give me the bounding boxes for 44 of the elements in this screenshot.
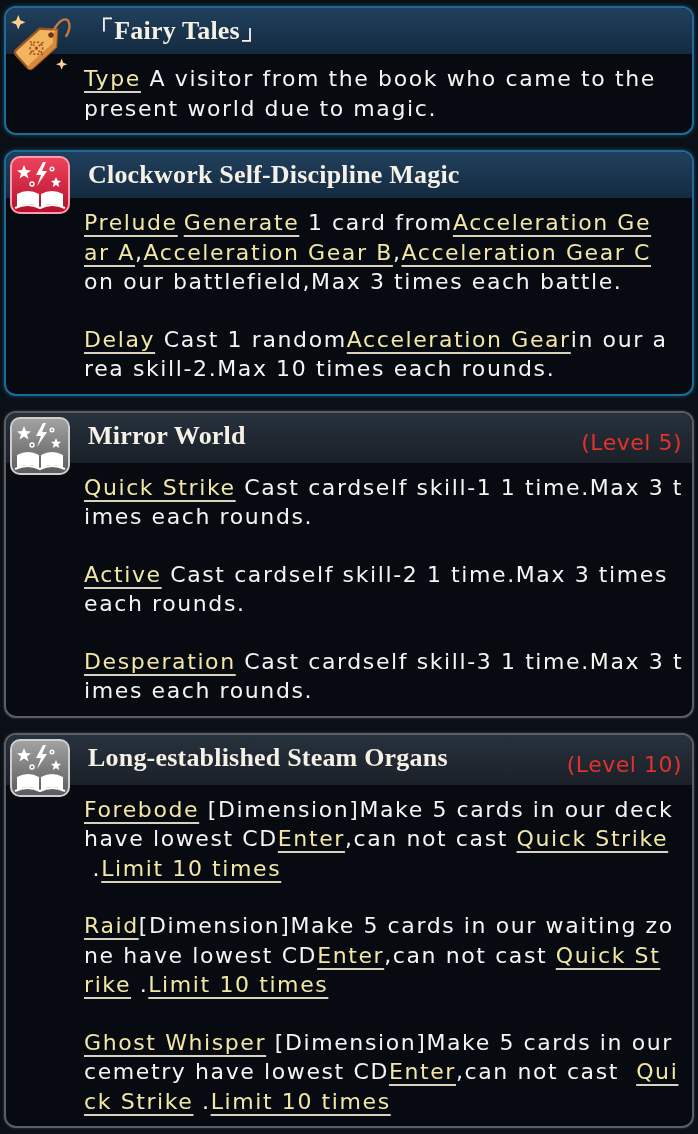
card-title: Clockwork Self-Discipline Magic [88, 160, 460, 190]
keyword-link[interactable]: Enter [317, 942, 385, 968]
keyword-link[interactable]: Delay [84, 326, 156, 352]
keyword-link[interactable]: Enter [277, 826, 345, 851]
skill-description: Prelude Generate 1 card fromAcceleration Ge ar A,Acceleration Gear B,Acceleration Gear C on our battlefield,Max 3 times each battle. [84, 209, 653, 296]
skill-description: Type A visitor from the book who came to the present world due to magic. [84, 65, 657, 123]
book-icon [10, 156, 70, 214]
keyword-link[interactable]: Limit 10 times [148, 972, 329, 997]
card-title: Mirror World [88, 420, 246, 451]
keyword-link[interactable]: rike [84, 972, 132, 997]
skill-description: Ghost Whisper [Dimension]Make 5 cards in our cemetry have lowest CD Enter,can not cast Qui ck Strike .Limit 10 times [84, 1028, 680, 1116]
keyword-link[interactable]: Desperation [84, 648, 236, 674]
card-title: Long-established Steam Organs [88, 742, 448, 773]
keyword-link[interactable]: Forebode [84, 796, 200, 822]
skill-description: Desperation Cast cardself skill-3 1 time.Max 3 t imes each rounds. [84, 647, 685, 705]
keyword-link[interactable]: Active [84, 561, 162, 587]
book-icon [10, 416, 70, 475]
keyword-link[interactable]: Type [84, 66, 141, 91]
keyword-link[interactable]: Qui [636, 1059, 679, 1084]
keyword-link[interactable]: Acceleration Gear B [143, 239, 393, 265]
keyword-link[interactable]: Limit 10 times [210, 1088, 391, 1114]
keyword-link[interactable]: Ghost Whisper [84, 1029, 267, 1055]
keyword-link[interactable]: Raid [84, 913, 139, 938]
skill-description: Forebode [Dimension]Make 5 cards in our deck have lowest CD Enter,can not cast Quick Strike .Limit 10 times [84, 795, 675, 883]
keyword-link[interactable]: Prelude [84, 210, 178, 235]
keyword-link[interactable]: Acceleration Gear [346, 326, 571, 352]
keyword-link[interactable]: Quick Strike [516, 826, 669, 851]
skill-description: Delay Cast 1 randomAcceleration Gearin our a rea skill-2.Max 10 times each rounds. [84, 325, 669, 383]
keyword-link[interactable]: Acceleration Gear C [401, 239, 652, 265]
keyword-link[interactable]: Quick St [555, 942, 661, 968]
skill-description: Raid[Dimension]Make 5 cards in our waiting zo ne have lowest CD Enter,can not cast Quick St rike .Limit 10 times [84, 912, 675, 999]
level-requirement: (Level 5) [581, 430, 682, 455]
keyword-link[interactable]: Quick Strike [84, 474, 236, 500]
keyword-link[interactable]: Limit 10 times [101, 855, 282, 881]
keyword-link[interactable]: Enter [388, 1059, 456, 1084]
skill-description: Active Cast cardself skill-2 1 time.Max 3 times each rounds. [84, 560, 669, 618]
card-title: 「Fairy Tales」 [88, 16, 267, 46]
level-requirement: (Level 10) [566, 752, 682, 777]
skill-description: Quick Strike Cast cardself skill-1 1 time.Max 3 t imes each rounds. [84, 473, 685, 531]
keyword-link[interactable]: Acceleration Ge [452, 210, 652, 235]
keyword-link[interactable]: ar A [84, 239, 135, 265]
book-icon [10, 738, 70, 797]
keyword-link[interactable]: Generate [183, 210, 300, 235]
keyword-link[interactable]: ck Strike [84, 1088, 194, 1114]
